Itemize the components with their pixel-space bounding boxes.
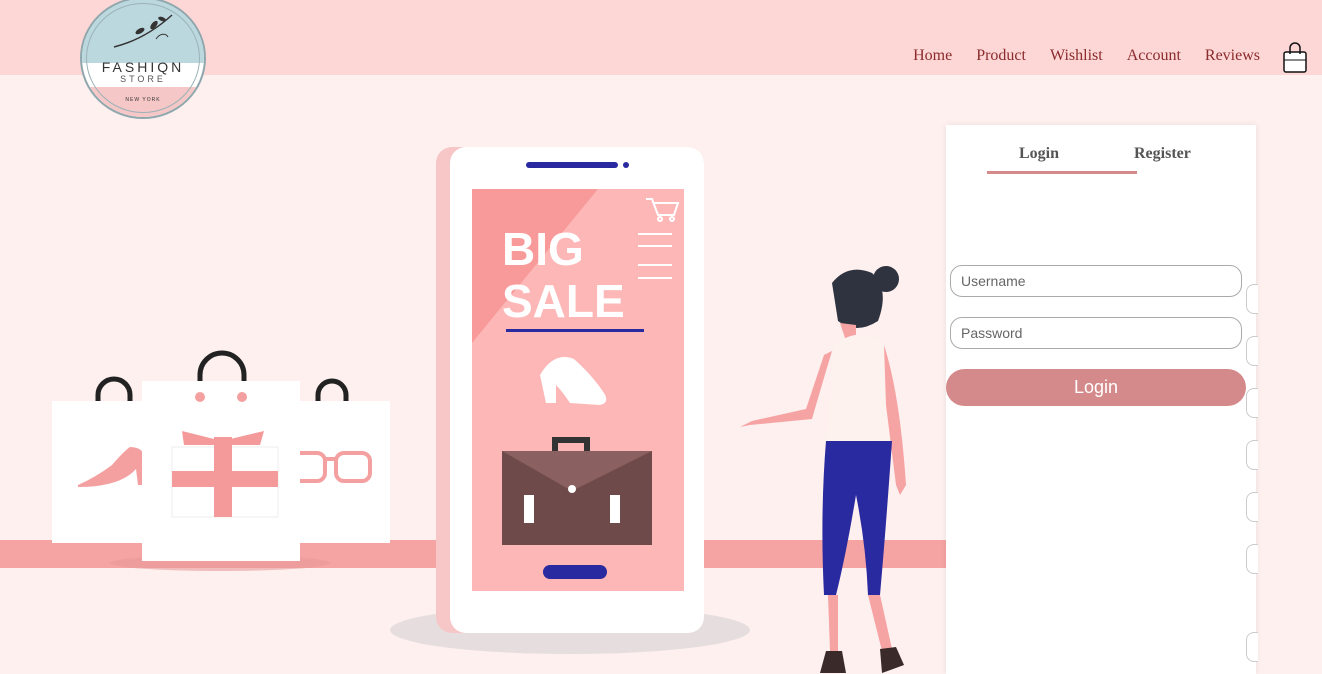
sale-text-sale: SALE	[502, 275, 625, 327]
branch-icon	[113, 14, 173, 48]
offscreen-field	[1246, 492, 1258, 522]
nav-reviews[interactable]: Reviews	[1205, 47, 1260, 65]
bag-center	[142, 350, 300, 561]
hero-illustration: BIG SALE	[0, 147, 946, 673]
bag-right	[290, 378, 390, 543]
offscreen-field	[1246, 388, 1258, 418]
store-logo[interactable]: FASHIQN STORE NEW YORK	[80, 0, 206, 119]
tab-login[interactable]: Login	[1019, 145, 1059, 163]
tab-register[interactable]: Register	[1134, 145, 1191, 163]
logo-brand-name: FASHIQN	[101, 59, 185, 75]
main-nav: Home Product Wishlist Account Reviews	[913, 47, 1260, 65]
phone: BIG SALE	[436, 147, 704, 633]
offscreen-field	[1246, 336, 1258, 366]
password-input[interactable]	[950, 317, 1242, 349]
active-tab-indicator	[987, 171, 1137, 174]
bag-left	[52, 376, 150, 543]
nav-product[interactable]: Product	[976, 47, 1026, 65]
shopper-woman	[740, 266, 906, 673]
logo-store-text: STORE	[120, 74, 166, 84]
offscreen-field	[1246, 632, 1258, 662]
username-input[interactable]	[950, 265, 1242, 297]
login-button[interactable]: Login	[946, 369, 1246, 406]
shopping-bag-icon[interactable]	[1282, 42, 1308, 74]
offscreen-field	[1246, 440, 1258, 470]
sale-text-big: BIG	[502, 223, 584, 275]
auth-panel: Login Register Login	[946, 125, 1256, 674]
nav-wishlist[interactable]: Wishlist	[1050, 47, 1103, 65]
logo-city-text: NEW YORK	[125, 97, 161, 103]
nav-account[interactable]: Account	[1127, 47, 1181, 65]
offscreen-field	[1246, 544, 1258, 574]
offscreen-field	[1246, 284, 1258, 314]
nav-home[interactable]: Home	[913, 47, 952, 65]
